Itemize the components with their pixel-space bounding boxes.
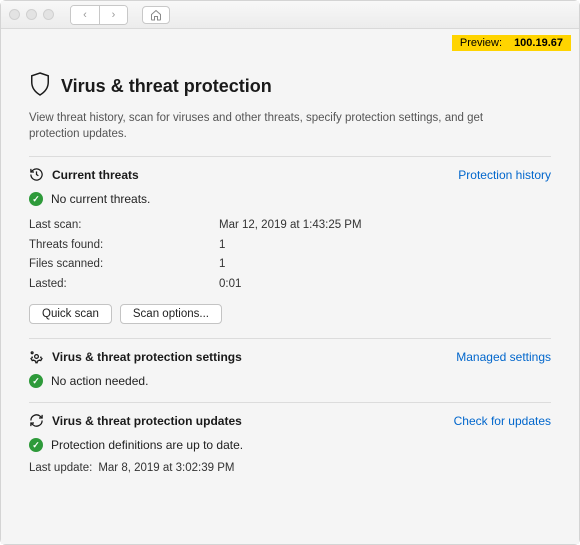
protection-history-link[interactable]: Protection history [458, 168, 551, 182]
last-scan-label: Last scan: [29, 216, 219, 236]
section-current-threats: Current threats Protection history No cu… [29, 156, 551, 324]
check-icon [29, 374, 43, 388]
section-title: Virus & threat protection updates [52, 414, 242, 428]
forward-button[interactable]: › [99, 6, 127, 24]
section-title: Current threats [52, 168, 139, 182]
last-update-value: Mar 8, 2019 at 3:02:39 PM [98, 462, 234, 474]
threat-status-text: No current threats. [51, 192, 150, 206]
close-window-button[interactable] [9, 9, 20, 20]
page-description: View threat history, scan for viruses an… [29, 110, 489, 142]
threat-status-row: No current threats. [29, 192, 551, 206]
chevron-left-icon: ‹ [83, 9, 87, 21]
lasted-value: 0:01 [219, 275, 241, 295]
last-scan-value: Mar 12, 2019 at 1:43:25 PM [219, 216, 362, 236]
check-icon [29, 438, 43, 452]
check-updates-link[interactable]: Check for updates [454, 414, 551, 428]
settings-status-row: No action needed. [29, 374, 551, 388]
content-area: Preview: 100.19.67 Virus & threat protec… [1, 29, 579, 544]
threats-found-label: Threats found: [29, 236, 219, 256]
refresh-icon [29, 413, 44, 428]
home-button[interactable] [142, 6, 170, 24]
shield-icon [29, 71, 51, 102]
zoom-window-button[interactable] [43, 9, 54, 20]
scan-options-button[interactable]: Scan options... [120, 304, 222, 324]
gear-icon [29, 349, 44, 364]
home-icon [150, 9, 162, 21]
lasted-label: Lasted: [29, 275, 219, 295]
back-button[interactable]: ‹ [71, 6, 99, 24]
last-update-row: Last update: Mar 8, 2019 at 3:02:39 PM [29, 462, 551, 474]
updates-status-text: Protection definitions are up to date. [51, 438, 243, 452]
history-icon [29, 167, 44, 182]
page-header: Virus & threat protection [29, 71, 551, 102]
page-title: Virus & threat protection [61, 76, 272, 97]
window-controls [9, 9, 54, 20]
quick-scan-button[interactable]: Quick scan [29, 304, 112, 324]
files-scanned-label: Files scanned: [29, 255, 219, 275]
managed-settings-link[interactable]: Managed settings [456, 350, 551, 364]
section-title: Virus & threat protection settings [52, 350, 242, 364]
app-window: ‹ › Preview: 100.19.67 Virus & threat pr… [0, 0, 580, 545]
threat-details: Last scan:Mar 12, 2019 at 1:43:25 PM Thr… [29, 216, 551, 294]
section-protection-updates: Virus & threat protection updates Check … [29, 402, 551, 474]
last-update-label: Last update: [29, 462, 92, 474]
chevron-right-icon: › [112, 9, 116, 21]
settings-status-text: No action needed. [51, 374, 148, 388]
preview-label: Preview: [460, 37, 502, 49]
threats-found-value: 1 [219, 236, 225, 256]
preview-badge: Preview: 100.19.67 [452, 35, 571, 51]
minimize-window-button[interactable] [26, 9, 37, 20]
section-protection-settings: Virus & threat protection settings Manag… [29, 338, 551, 388]
updates-status-row: Protection definitions are up to date. [29, 438, 551, 452]
files-scanned-value: 1 [219, 255, 225, 275]
titlebar: ‹ › [1, 1, 579, 29]
nav-segment: ‹ › [70, 5, 128, 25]
preview-version: 100.19.67 [514, 37, 563, 49]
check-icon [29, 192, 43, 206]
